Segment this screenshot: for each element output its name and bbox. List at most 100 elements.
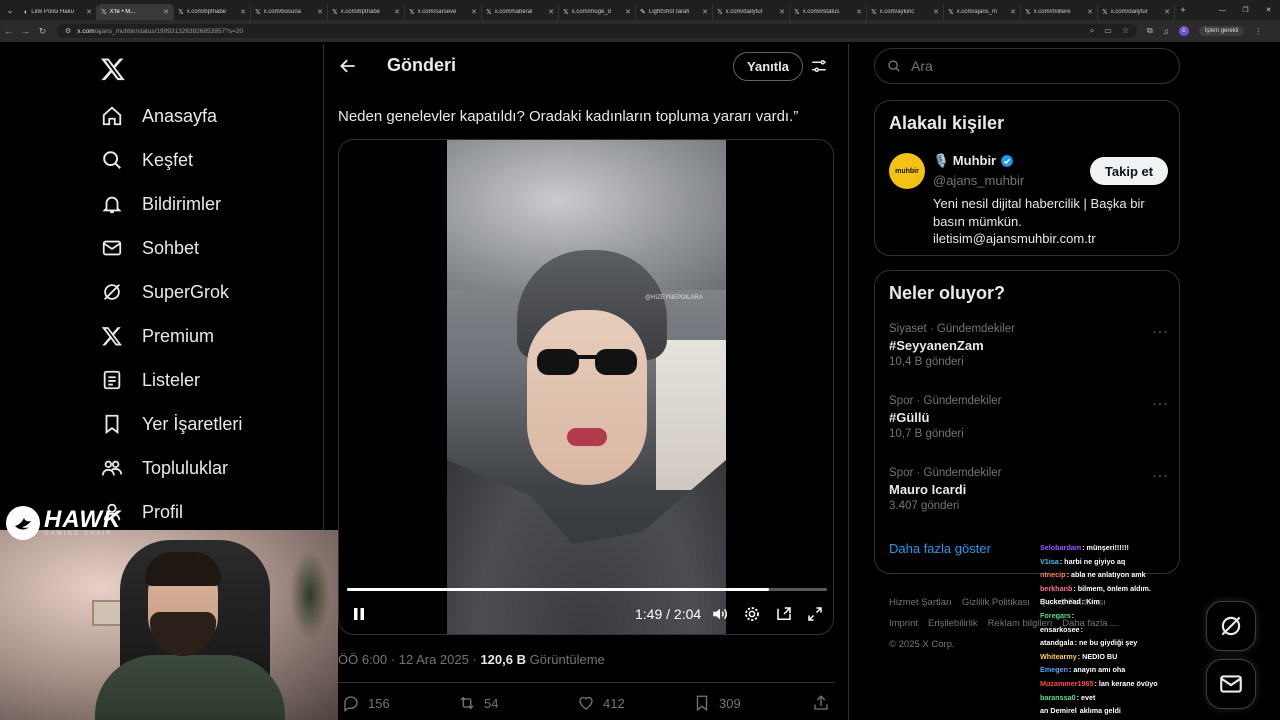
nav-item-communities[interactable]: Topluluklar (100, 450, 228, 486)
browser-tab[interactable]: 𝕏x.com/ajans_m ✕ (944, 4, 1021, 20)
browser-tab[interactable]: 𝕏x.com/dailytur ✕ (1098, 4, 1175, 20)
media-icon[interactable]: ♫ (1163, 27, 1169, 36)
bookmark-action[interactable]: 309 (693, 694, 741, 712)
browser-tab[interactable]: 𝕏x.com/i/status ✕ (790, 4, 867, 20)
new-tab-button[interactable]: + (1175, 5, 1191, 15)
nav-item-x-premium[interactable]: Premium (100, 318, 214, 354)
related-name-row[interactable]: 🎙️ Muhbir (933, 153, 1014, 169)
browser-tab[interactable]: 𝕏x.com/sarseve ✕ (405, 4, 482, 20)
avatar[interactable]: muhbir (889, 153, 925, 189)
nav-item-mail[interactable]: Sohbet (100, 230, 199, 266)
reply-button[interactable]: Yanıtla (733, 52, 803, 81)
trend-item[interactable]: Siyaset · Gündemdekiler #SeyyanenZam 10,4 … (889, 323, 1169, 368)
footer-link[interactable]: Gizlilik Politikası (962, 597, 1030, 608)
browser-tab[interactable]: 𝕏x.com/militere ✕ (1021, 4, 1098, 20)
zoom-icon[interactable]: ⌕ (1090, 26, 1094, 36)
post-time[interactable]: ÖÖ 6:00 (338, 652, 387, 667)
reload-button[interactable]: ↻ (34, 26, 51, 37)
video-progress-bar[interactable] (347, 588, 827, 591)
tab-close-icon[interactable]: ✕ (394, 8, 400, 16)
share-action[interactable] (812, 694, 830, 712)
footer-link[interactable]: Imprint (889, 618, 918, 629)
browser-tab[interactable]: 𝕏x.com/aykiric ✕ (867, 4, 944, 20)
reply-action[interactable]: 156 (342, 694, 390, 712)
address-bar[interactable]: ⚙ x.com/ajans_muhbir/status/199931326392… (57, 24, 1137, 38)
tab-close-icon[interactable]: ✕ (548, 8, 554, 16)
browser-tab[interactable]: ✎ LightShot tarafi ✕ (636, 4, 713, 20)
x-logo-icon[interactable] (100, 56, 126, 82)
close-window-button[interactable]: ✕ (1257, 6, 1280, 14)
tab-close-icon[interactable]: ✕ (163, 8, 169, 16)
search-input[interactable]: Ara (874, 48, 1180, 84)
tab-close-icon[interactable]: ✕ (471, 8, 477, 16)
browser-tab[interactable]: ◐ Link Polisi Haku ✕ (20, 4, 97, 20)
cast-icon[interactable]: ▭ (1104, 26, 1112, 36)
repost-action[interactable]: 54 (458, 694, 498, 712)
nav-item-grok[interactable]: SuperGrok (100, 274, 229, 310)
trend-category: Spor · Gündemdekiler (889, 467, 1002, 479)
fullscreen-icon[interactable] (806, 605, 824, 623)
tab-close-icon[interactable]: ✕ (317, 8, 323, 16)
nav-item-bookmark[interactable]: Yer İşaretleri (100, 406, 242, 442)
tab-favicon-icon: ◐ (24, 8, 29, 16)
stream-chat: Selobardam: münşeri!!!!!! V1isa: harbi ne… (1040, 541, 1240, 718)
filter-settings-icon[interactable] (810, 57, 828, 75)
trend-item[interactable]: Spor · Gündemdekiler #Güllü 10,7 B gönderi… (889, 395, 1169, 440)
volume-icon[interactable] (711, 605, 729, 623)
show-more-link[interactable]: Daha fazla göster (889, 541, 991, 556)
tab-close-icon[interactable]: ✕ (933, 8, 939, 16)
like-action[interactable]: 412 (577, 694, 625, 712)
forward-nav-button[interactable]: → (17, 26, 34, 36)
nav-item-label: Sohbet (142, 237, 200, 258)
extensions-icon[interactable]: ⧉ (1147, 26, 1153, 36)
related-handle[interactable]: @ajans_muhbir (933, 173, 1024, 188)
pause-icon[interactable] (351, 606, 367, 622)
browser-tab[interactable]: 𝕏x.com/bpthabe ✕ (174, 4, 251, 20)
video-frame[interactable]: @HIZEYNEPDILARA (447, 140, 726, 634)
tab-close-icon[interactable]: ✕ (1087, 8, 1093, 16)
related-name[interactable]: 🎙️ Muhbir (933, 153, 996, 169)
browser-tab[interactable]: 𝕏x.com/bpthabe ✕ (328, 4, 405, 20)
nav-item-home[interactable]: Anasayfa (100, 98, 217, 134)
nav-item-search[interactable]: Keşfet (100, 142, 193, 178)
footer-link[interactable]: Hizmet Şartları (889, 597, 952, 608)
browser-menu-icon[interactable]: ⋮ (1254, 27, 1262, 36)
profile-avatar[interactable]: c (1178, 26, 1189, 36)
tab-close-icon[interactable]: ✕ (625, 8, 631, 16)
settings-gear-icon[interactable] (743, 605, 761, 623)
tab-close-icon[interactable]: ✕ (240, 8, 246, 16)
window-controls: — ❐ ✕ (1211, 0, 1280, 20)
browser-tab[interactable]: 𝕏x.com/bosuna ✕ (251, 4, 328, 20)
tab-close-icon[interactable]: ✕ (86, 8, 92, 16)
browser-tab[interactable]: 𝕏x.com/dailytur ✕ (713, 4, 790, 20)
footer-link[interactable]: Erişilebilirlik (928, 618, 978, 629)
post-date[interactable]: 12 Ara 2025 (399, 652, 469, 667)
site-info-icon[interactable]: ⚙ (65, 27, 71, 35)
tab-close-icon[interactable]: ✕ (856, 8, 862, 16)
chat-message: ensarkosee: (1040, 623, 1240, 637)
tab-close-icon[interactable]: ✕ (1164, 8, 1170, 16)
browser-tab[interactable]: 𝕏 X'te • M... ✕ (97, 4, 174, 20)
action-required-button[interactable]: İşlem gerekli (1198, 26, 1245, 36)
nav-item-list[interactable]: Listeler (100, 362, 200, 398)
video-player[interactable]: @HIZEYNEPDILARA 1:49 / 2:04 (338, 139, 834, 635)
tab-search-button[interactable]: ⌄ (0, 0, 20, 20)
tab-close-icon[interactable]: ✕ (702, 8, 708, 16)
more-options-icon[interactable]: ··· (1152, 323, 1169, 339)
minimize-button[interactable]: — (1211, 7, 1234, 14)
picture-in-picture-icon[interactable] (775, 605, 793, 623)
list-icon (100, 368, 124, 392)
back-nav-button[interactable]: ← (0, 26, 17, 36)
star-icon[interactable]: ☆ (1122, 26, 1129, 36)
nav-item-bell[interactable]: Bildirimler (100, 186, 221, 222)
more-options-icon[interactable]: ··· (1152, 467, 1169, 483)
browser-tab[interactable]: 𝕏x.com/haberal ✕ (482, 4, 559, 20)
back-arrow-icon[interactable] (338, 56, 358, 76)
follow-button[interactable]: Takip et (1090, 157, 1168, 185)
browser-tab[interactable]: 𝕏x.com/muge_d ✕ (559, 4, 636, 20)
maximize-button[interactable]: ❐ (1234, 6, 1257, 14)
tab-close-icon[interactable]: ✕ (1010, 8, 1016, 16)
tab-close-icon[interactable]: ✕ (779, 8, 785, 16)
trend-item[interactable]: Spor · Gündemdekiler Mauro Icardi 3.407 gö… (889, 467, 1169, 512)
more-options-icon[interactable]: ··· (1152, 395, 1169, 411)
